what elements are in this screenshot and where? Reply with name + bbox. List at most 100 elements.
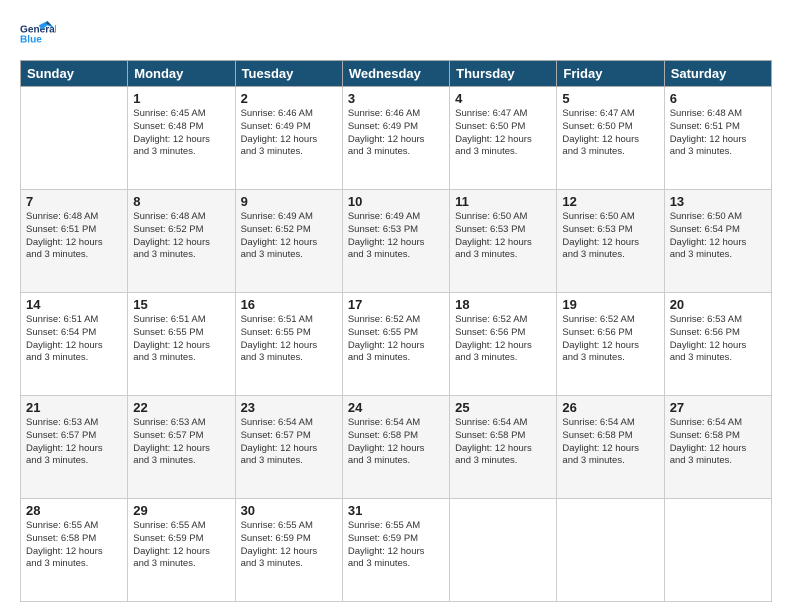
day-info: Sunrise: 6:53 AM Sunset: 6:56 PM Dayligh… <box>670 314 766 365</box>
day-info: Sunrise: 6:51 AM Sunset: 6:54 PM Dayligh… <box>26 314 122 365</box>
calendar-cell <box>664 499 771 602</box>
calendar-cell: 28 Sunrise: 6:55 AM Sunset: 6:58 PM Dayli… <box>21 499 128 602</box>
day-number: 20 <box>670 297 766 312</box>
day-info: Sunrise: 6:54 AM Sunset: 6:58 PM Dayligh… <box>670 417 766 468</box>
col-header-wednesday: Wednesday <box>342 61 449 87</box>
day-number: 7 <box>26 194 122 209</box>
calendar-cell: 25 Sunrise: 6:54 AM Sunset: 6:58 PM Dayli… <box>450 396 557 499</box>
day-number: 14 <box>26 297 122 312</box>
col-header-sunday: Sunday <box>21 61 128 87</box>
day-info: Sunrise: 6:51 AM Sunset: 6:55 PM Dayligh… <box>241 314 337 365</box>
day-number: 22 <box>133 400 229 415</box>
calendar-cell: 9Sunrise: 6:49 AM Sunset: 6:52 PM Daylig… <box>235 190 342 293</box>
day-info: Sunrise: 6:47 AM Sunset: 6:50 PM Dayligh… <box>455 108 551 159</box>
day-info: Sunrise: 6:47 AM Sunset: 6:50 PM Dayligh… <box>562 108 658 159</box>
day-info: Sunrise: 6:46 AM Sunset: 6:49 PM Dayligh… <box>241 108 337 159</box>
day-info: Sunrise: 6:54 AM Sunset: 6:57 PM Dayligh… <box>241 417 337 468</box>
calendar-cell: 13 Sunrise: 6:50 AM Sunset: 6:54 PM Dayli… <box>664 190 771 293</box>
logo: General Blue <box>20 16 56 52</box>
day-info: Sunrise: 6:45 AM Sunset: 6:48 PM Dayligh… <box>133 108 229 159</box>
day-number: 11 <box>455 194 551 209</box>
day-info: Sunrise: 6:54 AM Sunset: 6:58 PM Dayligh… <box>348 417 444 468</box>
day-info: Sunrise: 6:50 AM Sunset: 6:53 PM Dayligh… <box>562 211 658 262</box>
logo-svg: General Blue <box>20 16 56 52</box>
day-number: 21 <box>26 400 122 415</box>
calendar-cell <box>450 499 557 602</box>
calendar-cell: 8 Sunrise: 6:48 AM Sunset: 6:52 PM Daylig… <box>128 190 235 293</box>
col-header-thursday: Thursday <box>450 61 557 87</box>
calendar-cell: 5 Sunrise: 6:47 AM Sunset: 6:50 PM Daylig… <box>557 87 664 190</box>
day-info: Sunrise: 6:55 AM Sunset: 6:58 PM Dayligh… <box>26 520 122 571</box>
day-info: Sunrise: 6:48 AM Sunset: 6:51 PM Dayligh… <box>670 108 766 159</box>
day-info: Sunrise: 6:51 AM Sunset: 6:55 PM Dayligh… <box>133 314 229 365</box>
day-number: 25 <box>455 400 551 415</box>
calendar-cell: 2 Sunrise: 6:46 AM Sunset: 6:49 PM Daylig… <box>235 87 342 190</box>
calendar-table: SundayMondayTuesdayWednesdayThursdayFrid… <box>20 60 772 602</box>
calendar-cell <box>21 87 128 190</box>
calendar-cell: 19 Sunrise: 6:52 AM Sunset: 6:56 PM Dayli… <box>557 293 664 396</box>
day-number: 26 <box>562 400 658 415</box>
col-header-tuesday: Tuesday <box>235 61 342 87</box>
day-number: 29 <box>133 503 229 518</box>
day-number: 19 <box>562 297 658 312</box>
day-number: 30 <box>241 503 337 518</box>
calendar-cell: 22 Sunrise: 6:53 AM Sunset: 6:57 PM Dayli… <box>128 396 235 499</box>
day-number: 12 <box>562 194 658 209</box>
calendar-cell: 4 Sunrise: 6:47 AM Sunset: 6:50 PM Daylig… <box>450 87 557 190</box>
calendar-cell: 26Sunrise: 6:54 AM Sunset: 6:58 PM Dayli… <box>557 396 664 499</box>
calendar-cell: 6 Sunrise: 6:48 AM Sunset: 6:51 PM Daylig… <box>664 87 771 190</box>
calendar-cell: 27 Sunrise: 6:54 AM Sunset: 6:58 PM Dayli… <box>664 396 771 499</box>
day-number: 24 <box>348 400 444 415</box>
day-info: Sunrise: 6:52 AM Sunset: 6:56 PM Dayligh… <box>455 314 551 365</box>
calendar-cell: 12 Sunrise: 6:50 AM Sunset: 6:53 PM Dayli… <box>557 190 664 293</box>
day-info: Sunrise: 6:55 AM Sunset: 6:59 PM Dayligh… <box>133 520 229 571</box>
calendar-cell: 11 Sunrise: 6:50 AM Sunset: 6:53 PM Dayli… <box>450 190 557 293</box>
day-number: 3 <box>348 91 444 106</box>
calendar-cell: 3Sunrise: 6:46 AM Sunset: 6:49 PM Daylig… <box>342 87 449 190</box>
day-number: 5 <box>562 91 658 106</box>
calendar-cell: 20 Sunrise: 6:53 AM Sunset: 6:56 PM Dayli… <box>664 293 771 396</box>
day-info: Sunrise: 6:54 AM Sunset: 6:58 PM Dayligh… <box>455 417 551 468</box>
day-number: 1 <box>133 91 229 106</box>
calendar-cell: 16 Sunrise: 6:51 AM Sunset: 6:55 PM Dayli… <box>235 293 342 396</box>
day-number: 18 <box>455 297 551 312</box>
day-number: 10 <box>348 194 444 209</box>
day-info: Sunrise: 6:48 AM Sunset: 6:52 PM Dayligh… <box>133 211 229 262</box>
day-info: Sunrise: 6:53 AM Sunset: 6:57 PM Dayligh… <box>133 417 229 468</box>
col-header-saturday: Saturday <box>664 61 771 87</box>
day-number: 2 <box>241 91 337 106</box>
calendar-cell: 29 Sunrise: 6:55 AM Sunset: 6:59 PM Dayli… <box>128 499 235 602</box>
svg-text:Blue: Blue <box>20 35 42 46</box>
col-header-friday: Friday <box>557 61 664 87</box>
day-info: Sunrise: 6:53 AM Sunset: 6:57 PM Dayligh… <box>26 417 122 468</box>
day-info: Sunrise: 6:55 AM Sunset: 6:59 PM Dayligh… <box>241 520 337 571</box>
day-number: 16 <box>241 297 337 312</box>
day-info: Sunrise: 6:50 AM Sunset: 6:53 PM Dayligh… <box>455 211 551 262</box>
day-info: Sunrise: 6:52 AM Sunset: 6:55 PM Dayligh… <box>348 314 444 365</box>
calendar-cell: 21 Sunrise: 6:53 AM Sunset: 6:57 PM Dayli… <box>21 396 128 499</box>
calendar-cell: 10 Sunrise: 6:49 AM Sunset: 6:53 PM Dayli… <box>342 190 449 293</box>
day-number: 13 <box>670 194 766 209</box>
calendar-cell: 1 Sunrise: 6:45 AM Sunset: 6:48 PM Daylig… <box>128 87 235 190</box>
day-number: 8 <box>133 194 229 209</box>
day-number: 15 <box>133 297 229 312</box>
day-number: 9 <box>241 194 337 209</box>
day-number: 28 <box>26 503 122 518</box>
day-number: 4 <box>455 91 551 106</box>
day-number: 27 <box>670 400 766 415</box>
day-number: 17 <box>348 297 444 312</box>
day-info: Sunrise: 6:55 AM Sunset: 6:59 PM Dayligh… <box>348 520 444 571</box>
day-number: 6 <box>670 91 766 106</box>
header: General Blue <box>20 16 772 52</box>
calendar-cell: 17 Sunrise: 6:52 AM Sunset: 6:55 PM Dayli… <box>342 293 449 396</box>
day-info: Sunrise: 6:52 AM Sunset: 6:56 PM Dayligh… <box>562 314 658 365</box>
calendar-cell: 7Sunrise: 6:48 AM Sunset: 6:51 PM Daylig… <box>21 190 128 293</box>
day-info: Sunrise: 6:49 AM Sunset: 6:53 PM Dayligh… <box>348 211 444 262</box>
day-info: Sunrise: 6:50 AM Sunset: 6:54 PM Dayligh… <box>670 211 766 262</box>
day-number: 31 <box>348 503 444 518</box>
calendar-cell: 15 Sunrise: 6:51 AM Sunset: 6:55 PM Dayli… <box>128 293 235 396</box>
calendar-cell: 30 Sunrise: 6:55 AM Sunset: 6:59 PM Dayli… <box>235 499 342 602</box>
calendar-cell: 24 Sunrise: 6:54 AM Sunset: 6:58 PM Dayli… <box>342 396 449 499</box>
calendar-cell: 23Sunrise: 6:54 AM Sunset: 6:57 PM Dayli… <box>235 396 342 499</box>
calendar-cell: 18 Sunrise: 6:52 AM Sunset: 6:56 PM Dayli… <box>450 293 557 396</box>
